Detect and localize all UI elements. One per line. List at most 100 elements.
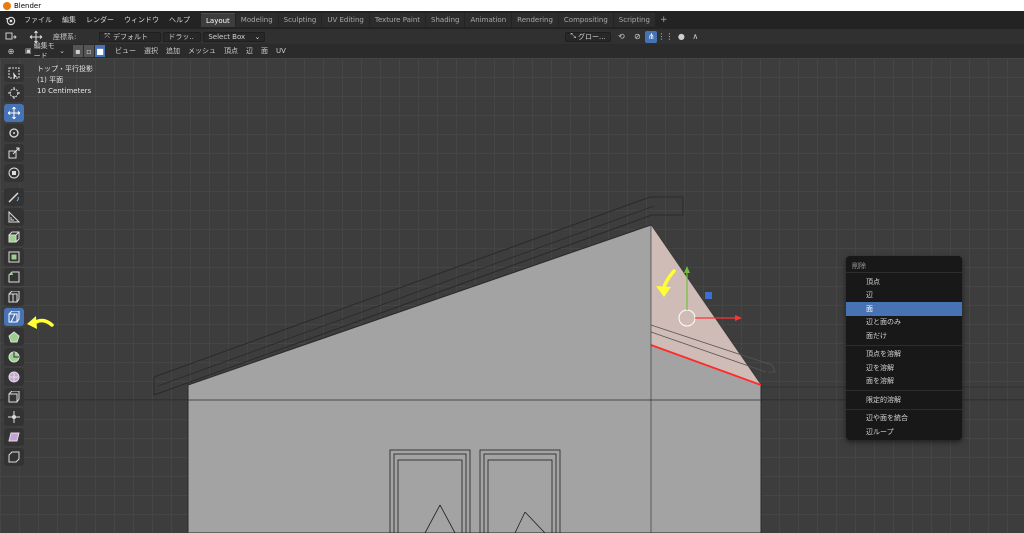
edge-select-icon[interactable]: ▫ — [84, 45, 94, 57]
annotate-tool[interactable] — [4, 188, 24, 206]
shear-tool[interactable] — [4, 428, 24, 446]
menu-face[interactable]: 面 — [257, 46, 272, 56]
menu-render[interactable]: レンダー — [81, 15, 119, 25]
menu-window[interactable]: ウィンドウ — [119, 15, 164, 25]
menu-help[interactable]: ヘルプ — [164, 15, 195, 25]
delete-edges-item[interactable]: 辺 — [846, 289, 962, 303]
drag-value: Select Box — [208, 32, 246, 41]
delete-only-faces-item[interactable]: 面だけ — [846, 329, 962, 343]
yellow-arrowhead-tool — [27, 316, 37, 329]
edge-slide-tool[interactable] — [4, 388, 24, 406]
gizmo-x-arrow — [735, 315, 742, 321]
move-tool[interactable] — [4, 104, 24, 122]
snap-target-icon[interactable]: ⋮⋮ — [657, 31, 673, 43]
falloff-icon[interactable]: ∧ — [689, 31, 701, 43]
transform-tool[interactable] — [4, 164, 24, 182]
gizmo-y-arrow — [684, 266, 690, 273]
editor-type-icon[interactable] — [3, 31, 19, 43]
tab-shading[interactable]: Shading — [426, 13, 465, 27]
rotate-tool[interactable] — [4, 124, 24, 142]
loop-cut-tool[interactable] — [4, 288, 24, 306]
tab-sculpting[interactable]: Sculpting — [278, 13, 322, 27]
orientation-label: 座標系: — [53, 32, 77, 41]
proportional-edit-icon[interactable]: ● — [675, 31, 687, 43]
yellow-curved-arrow-tool — [34, 318, 54, 327]
dissolve-vertices-item[interactable]: 頂点を溶解 — [846, 348, 962, 362]
bevel-tool[interactable] — [4, 268, 24, 286]
tab-compositing[interactable]: Compositing — [558, 13, 613, 27]
add-workspace-button[interactable]: + — [656, 13, 672, 27]
viewport-info: トップ・平行投影 (1) 平面 10 Centimeters — [37, 64, 93, 97]
menu-edit[interactable]: 編集 — [57, 15, 81, 25]
drag-label: ドラッ.. — [168, 32, 194, 41]
menu-select[interactable]: 選択 — [140, 46, 162, 56]
transform-orientation-dropdown[interactable]: ⤡ グロー... — [565, 31, 612, 42]
measure-tool[interactable] — [4, 208, 24, 226]
top-menubar: ファイル 編集 レンダー ウィンドウ ヘルプ Layout Modeling S… — [0, 11, 1024, 29]
tab-uv-editing[interactable]: UV Editing — [322, 13, 369, 27]
blender-menu-icon[interactable] — [3, 13, 17, 27]
menu-uv[interactable]: UV — [272, 47, 290, 55]
menu-vertex[interactable]: 頂点 — [220, 46, 242, 56]
knife-tool[interactable] — [4, 308, 24, 326]
delete-faces-item[interactable]: 面 — [846, 302, 962, 316]
menu-add[interactable]: 追加 — [162, 46, 184, 56]
spin-tool[interactable] — [4, 348, 24, 366]
proportional-link-icon[interactable]: ⊘ — [631, 31, 643, 43]
drag-dropdown[interactable]: ドラッ.. — [163, 31, 202, 42]
window-title: Blender — [14, 1, 42, 10]
extrude-tool[interactable] — [4, 228, 24, 246]
tab-texture-paint[interactable]: Texture Paint — [369, 13, 426, 27]
inset-tool[interactable] — [4, 248, 24, 266]
dissolve-edges-item[interactable]: 辺を溶解 — [846, 361, 962, 375]
view-name: トップ・平行投影 — [37, 65, 93, 73]
menu-edge[interactable]: 辺 — [242, 46, 257, 56]
tab-layout[interactable]: Layout — [201, 13, 235, 27]
poly-build-tool[interactable] — [4, 328, 24, 346]
vertex-select-icon[interactable]: ▪ — [73, 45, 83, 57]
orientation-value: デフォルト — [112, 32, 148, 41]
orientation-dropdown[interactable]: ⤧ デフォルト — [99, 31, 162, 42]
object-name: (1) 平面 — [37, 76, 64, 84]
editor-header: ⊕ ▣ 編集モード ⌄ ▪ ▫ ■ ビュー 選択 追加 メッシュ 頂点 辺 面 … — [0, 42, 1024, 60]
face-select-icon[interactable]: ■ — [95, 45, 105, 57]
blender-logo-icon — [3, 1, 11, 10]
menu-view[interactable]: ビュー — [111, 46, 140, 56]
chevron-down-icon: ⌄ — [254, 32, 261, 41]
shrink-fatten-tool[interactable] — [4, 408, 24, 426]
chevron-down-icon: ⌄ — [59, 47, 65, 55]
menu-file[interactable]: ファイル — [19, 15, 57, 25]
pivot-point-icon[interactable]: ⟲ — [615, 31, 627, 43]
collapse-edges-faces-item[interactable]: 辺や面を統合 — [846, 412, 962, 426]
tab-modeling[interactable]: Modeling — [235, 13, 278, 27]
orientation-icon: ⤧ — [104, 32, 110, 40]
select-box-tool[interactable] — [4, 64, 24, 82]
edge-loops-item[interactable]: 辺ループ — [846, 425, 962, 439]
limited-dissolve-item[interactable]: 限定的溶解 — [846, 393, 962, 407]
3d-view-editor-icon[interactable]: ⊕ — [3, 45, 19, 57]
delete-context-menu: 削除 頂点 辺 面 辺と面のみ 面だけ 頂点を溶解 辺を溶解 面を溶解 限定的溶… — [846, 256, 962, 440]
global-axes-icon: ⤡ — [570, 32, 576, 40]
tab-scripting[interactable]: Scripting — [613, 13, 655, 27]
grid-scale: 10 Centimeters — [37, 87, 92, 95]
cursor-tool[interactable] — [4, 84, 24, 102]
delete-vertices-item[interactable]: 頂点 — [846, 275, 962, 289]
menu-mesh[interactable]: メッシュ — [184, 46, 220, 56]
tab-animation[interactable]: Animation — [465, 13, 512, 27]
tab-rendering[interactable]: Rendering — [512, 13, 558, 27]
dissolve-faces-item[interactable]: 面を溶解 — [846, 375, 962, 389]
tool-shelf — [3, 64, 25, 468]
delete-edges-faces-only-item[interactable]: 辺と面のみ — [846, 316, 962, 330]
rip-tool[interactable] — [4, 448, 24, 466]
scale-tool[interactable] — [4, 144, 24, 162]
transform-orientation-value: グロー... — [577, 32, 606, 41]
tool-settings-header: 座標系: ⤧ デフォルト ドラッ.. Select Box ⌄ ⤡ グロー...… — [0, 29, 1024, 44]
snap-icon[interactable]: ⋔ — [645, 30, 658, 43]
3d-viewport[interactable]: トップ・平行投影 (1) 平面 10 Centimeters 削除 頂点 辺 面… — [0, 58, 1024, 533]
gizmo-plane-handle — [705, 292, 712, 299]
context-menu-title: 削除 — [846, 259, 962, 273]
mode-dropdown[interactable]: ▣ 編集モード ⌄ — [21, 42, 69, 60]
workspace-tabs: Layout Modeling Sculpting UV Editing Tex… — [201, 13, 671, 27]
smooth-tool[interactable] — [4, 368, 24, 386]
select-box-dropdown[interactable]: Select Box ⌄ — [203, 31, 266, 42]
